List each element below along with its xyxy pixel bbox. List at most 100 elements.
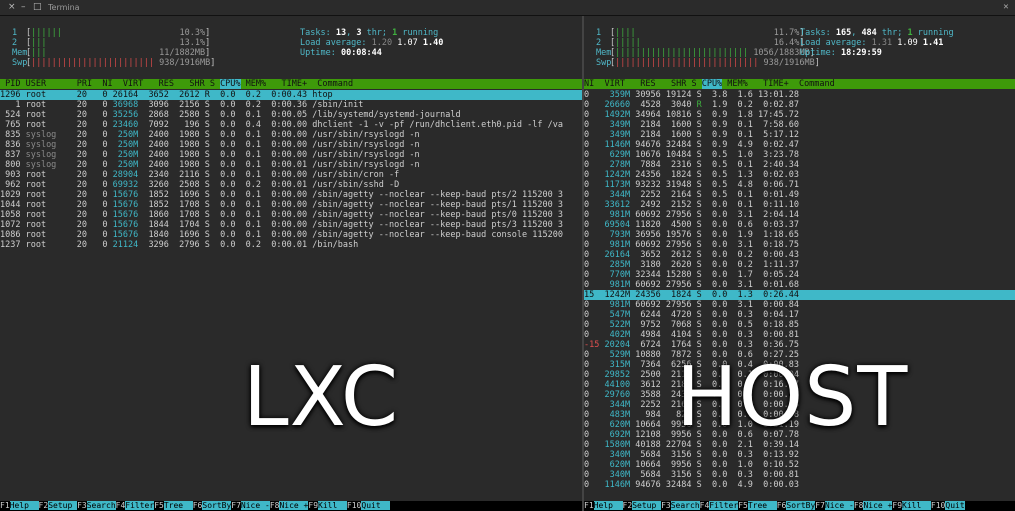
process-row[interactable]: 0 1146M 94676 32484 S 0.0 4.9 0:00.03 <box>584 480 1015 490</box>
process-row[interactable]: 0 26660 4528 3040 R 1.9 0.2 0:02.87 <box>584 100 1015 110</box>
process-row[interactable]: 1 root 20 0 36968 3096 2156 S 0.0 0.2 0:… <box>0 100 582 110</box>
process-virt: 981M <box>604 210 631 220</box>
meter-value: 13.1% <box>179 38 206 48</box>
process-virt: 250M <box>112 150 139 160</box>
fkey-f8[interactable]: F8Nice + <box>853 501 893 510</box>
process-row[interactable]: 837 syslog 20 0 250M 2400 1980 S 0.0 0.1… <box>0 150 582 160</box>
process-row[interactable]: 1086 root 20 0 15676 1840 1696 S 0.0 0.1… <box>0 230 582 240</box>
fkey-f9[interactable]: F9Kill <box>892 501 931 510</box>
process-row[interactable]: 1058 root 20 0 15676 1860 1708 S 0.0 0.1… <box>0 210 582 220</box>
process-row[interactable]: 0 620M 10664 9956 S 0.0 1.0 0:10.52 <box>584 460 1015 470</box>
fkey-f1[interactable]: F1Help <box>0 501 39 510</box>
fkey-f10[interactable]: F10Quit <box>346 501 391 510</box>
fkey-label: Tree <box>163 501 193 510</box>
process-state: S <box>696 320 702 330</box>
process-state: S <box>696 290 702 300</box>
process-row[interactable]: 0 349M 2184 1600 S 0.9 0.1 5:17.12 <box>584 130 1015 140</box>
process-row[interactable]: 1237 root 20 0 21124 3296 2796 S 0.0 0.2… <box>0 240 582 250</box>
process-row[interactable]: 0 1242M 24356 1824 S 0.5 1.3 0:02.03 <box>584 170 1015 180</box>
fkey-f5[interactable]: F5Tree <box>738 501 777 510</box>
process-row[interactable]: 0 1146M 94676 32484 S 0.9 4.9 0:02.47 <box>584 140 1015 150</box>
meter-bracket-close: ] <box>814 58 820 68</box>
process-row[interactable]: 0 33612 2492 2152 S 0.0 0.1 0:11.10 <box>584 200 1015 210</box>
meter-label: 1 <box>596 28 602 38</box>
process-row[interactable]: 0 26164 3652 2612 S 0.0 0.2 0:00.43 <box>584 250 1015 260</box>
process-row[interactable]: 1029 root 20 0 15676 1852 1696 S 0.0 0.1… <box>0 190 582 200</box>
process-row[interactable]: 0 340M 5684 3156 S 0.0 0.3 0:00.81 <box>584 470 1015 480</box>
process-row[interactable]: 0 981M 60692 27956 S 0.0 3.1 0:01.68 <box>584 280 1015 290</box>
fkey-f6[interactable]: F6SortBy <box>192 501 232 510</box>
process-row[interactable]: 0 340M 5684 3156 S 0.0 0.3 0:13.92 <box>584 450 1015 460</box>
process-state: S <box>696 110 702 120</box>
process-row[interactable]: 1072 root 20 0 15676 1844 1704 S 0.0 0.1… <box>0 220 582 230</box>
process-row[interactable]: 0 793M 36956 19576 S 0.0 1.9 1:18.65 <box>584 230 1015 240</box>
fkey-key: F6 <box>192 501 203 510</box>
fkey-f10[interactable]: F10Quit <box>930 501 965 510</box>
process-virt: 278M <box>604 160 631 170</box>
maximize-icon[interactable]: □ <box>33 0 42 15</box>
process-row[interactable]: 524 root 20 0 35256 2868 2580 S 0.0 0.1 … <box>0 110 582 120</box>
fkey-f4[interactable]: F4Filter <box>115 501 155 510</box>
process-row[interactable]: 835 syslog 20 0 250M 2400 1980 S 0.0 0.1… <box>0 130 582 140</box>
fkey-f9[interactable]: F9Kill <box>308 501 347 510</box>
process-row[interactable]: 0 522M 9752 7068 S 0.0 0.5 0:18.85 <box>584 320 1015 330</box>
process-row[interactable]: 0 285M 3180 2620 S 0.0 0.2 1:11.37 <box>584 260 1015 270</box>
meter-bars: |||||||||||||||||||||||| <box>31 58 154 68</box>
process-row[interactable]: 0 69504 11820 4500 S 0.0 0.6 0:03.37 <box>584 220 1015 230</box>
process-row[interactable]: 1296 root 20 0 26164 3652 2612 R 0.0 0.2… <box>0 90 582 100</box>
process-row[interactable]: 765 root 20 0 23460 7092 196 S 0.0 0.4 0… <box>0 120 582 130</box>
process-nice: 0 <box>584 160 600 170</box>
fkey-f7[interactable]: F7Nice - <box>815 501 854 510</box>
process-command: /sbin/agetty --noclear --keep-baud pts/1… <box>312 200 563 210</box>
fkey-f8[interactable]: F8Nice + <box>269 501 309 510</box>
host-column-header[interactable]: NI VIRT RES SHR S CPU% MEM% TIME+ Comman… <box>584 79 1015 89</box>
process-row[interactable]: 0 547M 6244 4720 S 0.0 0.3 0:04.17 <box>584 310 1015 320</box>
process-row[interactable]: 0 278M 7884 2316 S 0.5 0.1 2:40.34 <box>584 160 1015 170</box>
fkey-f5[interactable]: F5Tree <box>154 501 193 510</box>
fkey-f2[interactable]: F2Setup <box>38 501 78 510</box>
process-row[interactable]: 0 359M 30956 19124 S 3.8 1.6 13:01.28 <box>584 90 1015 100</box>
process-nice: 0 <box>584 180 600 190</box>
close-icon[interactable]: × <box>8 0 16 15</box>
process-virt: 793M <box>604 230 631 240</box>
process-row[interactable]: 0 981M 60692 27956 S 0.0 3.1 2:04.14 <box>584 210 1015 220</box>
fkey-f7[interactable]: F7Nice - <box>231 501 270 510</box>
fkey-f3[interactable]: F3Search <box>77 501 116 510</box>
minimize-icon[interactable]: – <box>21 0 26 15</box>
fkey-f4[interactable]: F4Filter <box>699 501 739 510</box>
fkey-f3[interactable]: F3Search <box>661 501 700 510</box>
process-row[interactable]: 15 1242M 24356 1824 S 0.0 1.3 0:26.44 <box>584 290 1015 300</box>
pane-close-icon[interactable]: ✕ <box>1001 2 1011 12</box>
fkey-f1[interactable]: F1Help <box>584 501 623 510</box>
process-nice: 0 <box>584 350 600 360</box>
meter-value: 11/1882MB <box>159 48 206 58</box>
process-row[interactable]: 0 1173M 93232 31948 S 0.5 4.8 0:06.71 <box>584 180 1015 190</box>
process-row[interactable]: 903 root 20 0 28904 2340 2116 S 0.0 0.1 … <box>0 170 582 180</box>
process-row[interactable]: 0 629M 10676 10484 S 0.5 1.0 3:23.78 <box>584 150 1015 160</box>
process-row[interactable]: 0 770M 32344 15280 S 0.0 1.7 0:05.24 <box>584 270 1015 280</box>
fkey-f6[interactable]: F6SortBy <box>776 501 816 510</box>
process-row[interactable]: 836 syslog 20 0 250M 2400 1980 S 0.0 0.1… <box>0 140 582 150</box>
lxc-process-list[interactable]: 1296 root 20 0 26164 3652 2612 R 0.0 0.2… <box>0 90 582 250</box>
process-virt: 15676 <box>112 210 139 220</box>
process-virt: 36968 <box>112 100 139 110</box>
process-row[interactable]: 0 349M 2184 1600 S 0.9 0.1 7:58.60 <box>584 120 1015 130</box>
process-row[interactable]: 1044 root 20 0 15676 1852 1708 S 0.0 0.1… <box>0 200 582 210</box>
lxc-column-header[interactable]: PID USER PRI NI VIRT RES SHR S CPU% MEM%… <box>0 79 582 89</box>
process-row[interactable]: 0 402M 4984 4104 S 0.0 0.3 0:00.81 <box>584 330 1015 340</box>
process-user: syslog <box>25 130 67 140</box>
process-row[interactable]: -15 20204 6724 1764 S 0.0 0.3 0:36.75 <box>584 340 1015 350</box>
meter-label: Mem <box>596 48 612 58</box>
process-row[interactable]: 962 root 20 0 69932 3260 2508 S 0.0 0.2 … <box>0 180 582 190</box>
meter-swp: Swp[|||||||||||||||||||||||||||| 938/191… <box>596 58 820 68</box>
process-row[interactable]: 0 1492M 34964 10816 S 0.9 1.8 17:45.72 <box>584 110 1015 120</box>
process-row[interactable]: 0 344M 2252 2164 S 0.5 0.1 0:01.49 <box>584 190 1015 200</box>
meter-value: 11.7% <box>773 28 800 38</box>
process-nice: 0 <box>584 390 600 400</box>
process-nice: 0 <box>584 130 600 140</box>
process-virt: 285M <box>604 260 631 270</box>
fkey-f2[interactable]: F2Setup <box>622 501 662 510</box>
process-row[interactable]: 800 syslog 20 0 250M 2400 1980 S 0.0 0.1… <box>0 160 582 170</box>
process-row[interactable]: 0 981M 60692 27956 S 0.0 3.1 0:18.75 <box>584 240 1015 250</box>
process-row[interactable]: 0 981M 60692 27956 S 0.0 3.1 0:00.84 <box>584 300 1015 310</box>
